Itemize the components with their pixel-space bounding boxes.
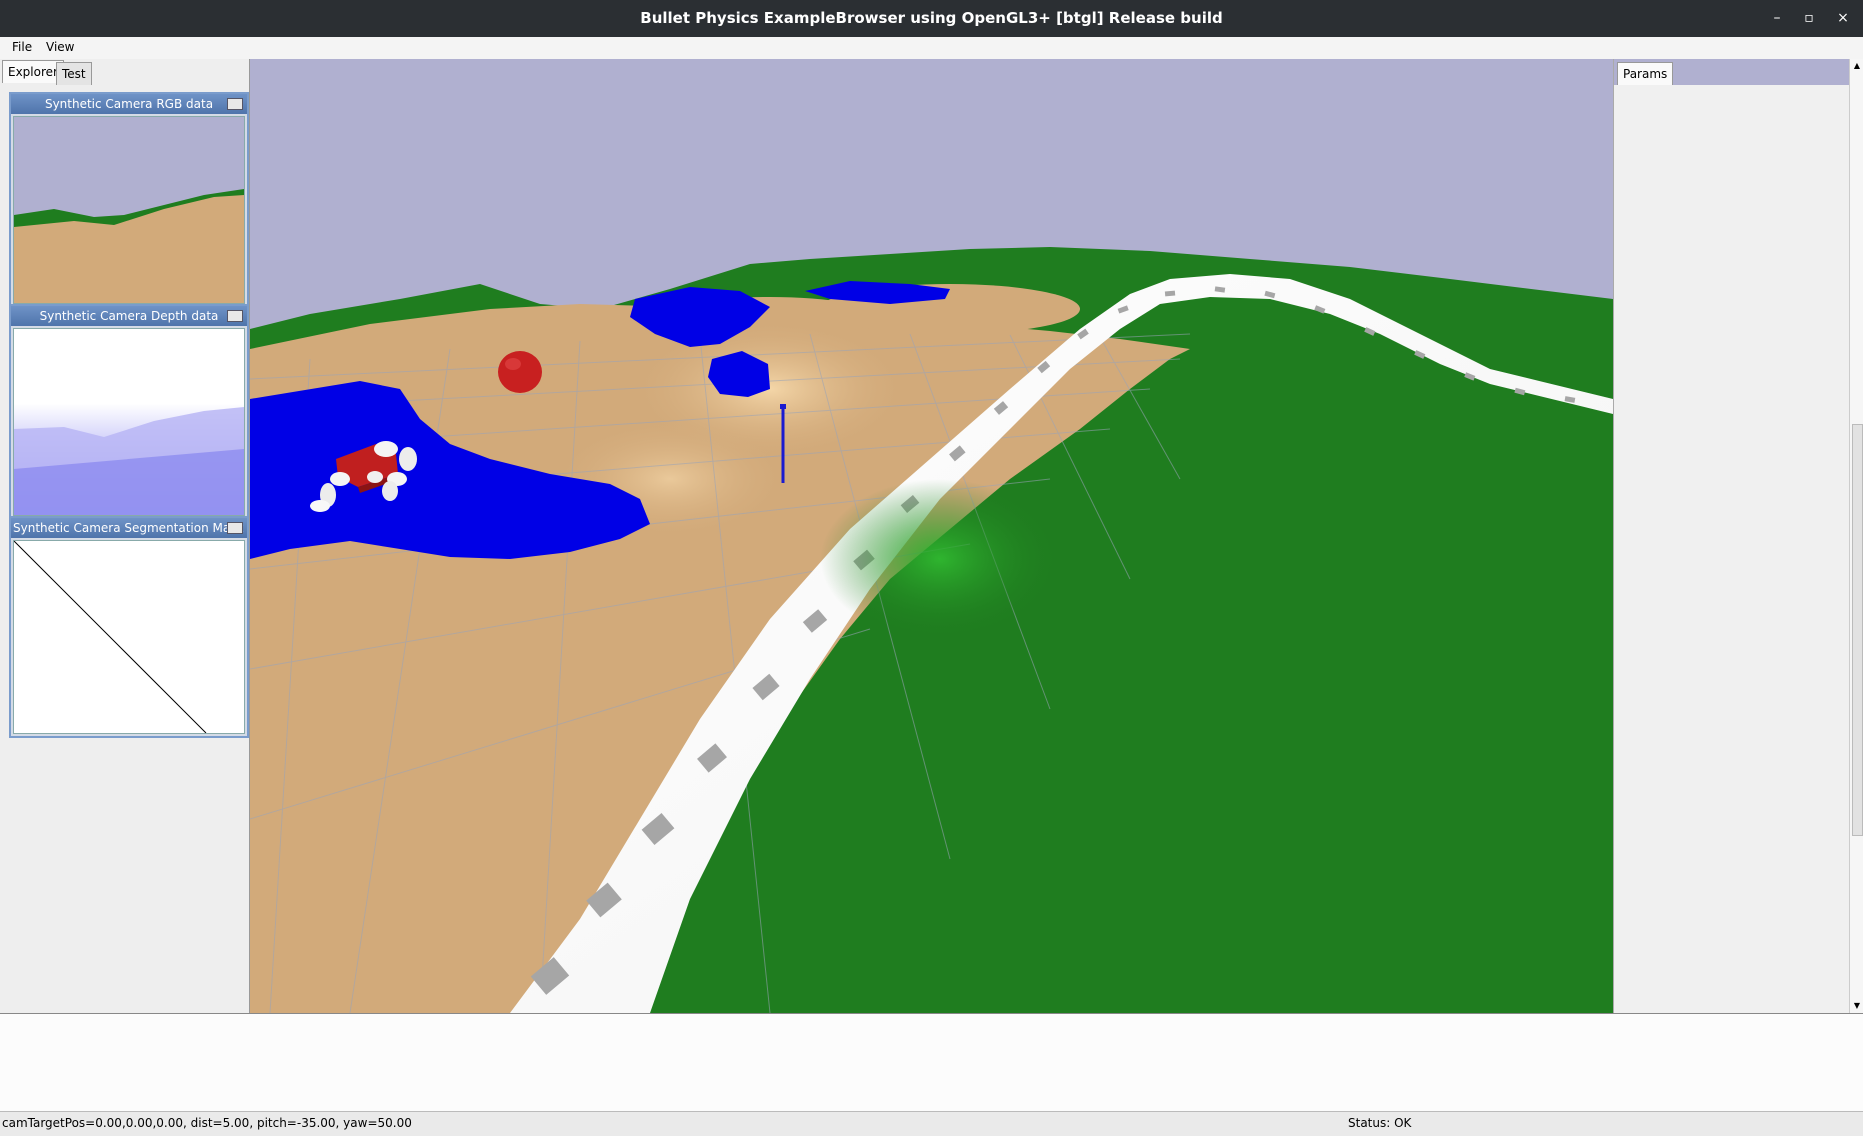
console-output[interactable] <box>0 1013 1863 1112</box>
status-bar: camTargetPos=0.00,0.00,0.00, dist=5.00, … <box>0 1111 1863 1136</box>
menu-bar: File View <box>0 37 1863 60</box>
depth-camera-view <box>13 328 245 516</box>
rgb-camera-image <box>14 117 244 303</box>
tab-params[interactable]: Params <box>1617 62 1674 85</box>
scrollbar-thumb[interactable] <box>1852 424 1863 836</box>
seg-window-title: Synthetic Camera Segmentation Mask <box>13 521 244 535</box>
scroll-down-arrow-icon[interactable]: ▼ <box>1852 1001 1862 1011</box>
menu-file[interactable]: File <box>12 40 32 54</box>
depth-window-minimize-button[interactable] <box>227 310 243 322</box>
seg-window-minimize-button[interactable] <box>227 522 243 534</box>
tab-explorer[interactable]: Explorer <box>2 60 64 83</box>
rgb-window-minimize-button[interactable] <box>227 98 243 110</box>
simulation-viewport[interactable] <box>250 59 1613 1013</box>
window-title: Bullet Physics ExampleBrowser using Open… <box>640 9 1223 27</box>
depth-window-header[interactable]: Synthetic Camera Depth data <box>11 306 247 326</box>
menu-view[interactable]: View <box>46 40 74 54</box>
synthetic-camera-depth-window[interactable]: Synthetic Camera Depth data <box>9 304 249 520</box>
scene-render <box>250 59 1613 1013</box>
scroll-up-arrow-icon[interactable]: ▲ <box>1852 61 1862 71</box>
seg-window-header[interactable]: Synthetic Camera Segmentation Mask <box>11 518 247 538</box>
rgb-camera-view <box>13 116 245 304</box>
synthetic-camera-rgb-window[interactable]: Synthetic Camera RGB data <box>9 92 249 308</box>
segmentation-camera-image <box>14 541 244 733</box>
segmentation-camera-view <box>13 540 245 734</box>
maximize-button[interactable]: ▫ <box>1798 8 1820 28</box>
camera-status-text: camTargetPos=0.00,0.00,0.00, dist=5.00, … <box>2 1116 412 1130</box>
synthetic-camera-segmentation-window[interactable]: Synthetic Camera Segmentation Mask <box>9 516 249 738</box>
params-scrollbar[interactable]: ▲ ▼ <box>1849 59 1863 1013</box>
explorer-panel: Explorer Test Synthetic Camera RGB data … <box>0 59 250 1013</box>
params-panel: Params <box>1613 59 1850 1013</box>
tab-test[interactable]: Test <box>56 62 92 85</box>
status-ok-text: Status: OK <box>1348 1116 1412 1130</box>
close-button[interactable]: × <box>1832 8 1854 28</box>
rgb-window-title: Synthetic Camera RGB data <box>44 97 214 111</box>
minimize-button[interactable]: – <box>1766 8 1788 28</box>
window-title-bar: Bullet Physics ExampleBrowser using Open… <box>0 0 1863 37</box>
depth-window-title: Synthetic Camera Depth data <box>39 309 219 323</box>
depth-camera-image <box>14 329 244 515</box>
rgb-window-header[interactable]: Synthetic Camera RGB data <box>11 94 247 114</box>
